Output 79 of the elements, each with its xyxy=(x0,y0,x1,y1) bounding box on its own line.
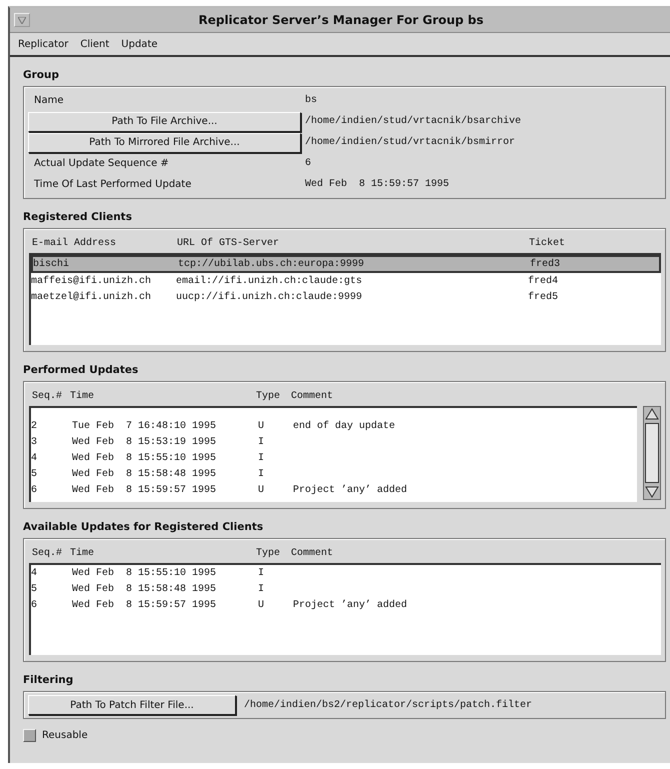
scroll-down-icon[interactable] xyxy=(644,485,660,499)
selected-row[interactable]: bischi tcp://ubilab.ubs.ch:europa:9999 fred3 xyxy=(31,255,661,273)
table-cell: Project ’any’ added xyxy=(293,600,408,610)
table-cell-text: U xyxy=(258,600,266,610)
table-cell-text: Wed Feb 8 15:58:48 1995 xyxy=(72,468,218,480)
table-cell-text: 3 xyxy=(31,436,38,448)
table-cell-text: email://ifi.unizh.ch:claude:gts xyxy=(176,276,364,286)
field-label: Time Of Last Performed Update xyxy=(33,179,192,190)
window-title: Replicator Server’s Manager For Group bs xyxy=(197,13,485,27)
menu-item[interactable]: Replicator xyxy=(18,38,68,50)
list-row[interactable]: maetzel@ifi.unizh.ch uucp://ifi.unizh.ch:claude:9999 fred5 xyxy=(31,289,661,305)
field-value: /home/indien/stud/vrtacnik/bsmirror xyxy=(305,137,516,148)
table-cell-text: Wed Feb 8 15:58:48 1995 xyxy=(72,584,218,594)
table-cell-text: 6 xyxy=(31,484,38,496)
table-cell-text: I xyxy=(258,584,266,594)
table-cell: end of day update xyxy=(293,420,396,432)
scroll-bar[interactable] xyxy=(643,406,661,500)
table-cell-text: 2 xyxy=(31,420,38,432)
section-heading: Performed Updates xyxy=(23,364,140,376)
table-cell-text: U xyxy=(258,420,266,432)
table-cell-text: I xyxy=(258,468,266,480)
field-value: /home/indien/bs2/replicator/scripts/patch.filter xyxy=(244,700,532,710)
menu-item[interactable]: Update xyxy=(121,38,158,50)
table-cell-text: Wed Feb 8 15:59:57 1995 xyxy=(72,484,218,496)
field-value: /home/indien/stud/vrtacnik/bsarchive xyxy=(305,116,522,127)
table-cell-text: 5 xyxy=(31,584,38,594)
table-cell-text: 5 xyxy=(31,468,38,480)
column-header: Comment xyxy=(291,390,334,402)
menu-item[interactable]: Client xyxy=(80,38,110,50)
path-button[interactable]: Path To Patch Filter File... xyxy=(28,695,236,715)
table-cell: fred3 xyxy=(530,258,560,270)
column-header: Seq.# xyxy=(32,548,64,558)
table-cell-text: uucp://ifi.unizh.ch:claude:9999 xyxy=(176,292,364,302)
table-cell-text: U xyxy=(258,484,266,496)
table-cell-text: 4 xyxy=(31,452,38,464)
list-row[interactable]: maffeis@ifi.unizh.ch email://ifi.unizh.ch:claude:gts fred4 xyxy=(31,273,661,289)
field-label: Name xyxy=(33,95,65,106)
column-header: Ticket xyxy=(529,238,566,248)
table-cell: fred5 xyxy=(528,292,558,302)
checkbox[interactable] xyxy=(23,729,36,742)
table-cell: Project ’any’ added xyxy=(293,484,408,496)
section-heading: Registered Clients xyxy=(23,211,133,223)
column-header: Type xyxy=(256,548,282,558)
table-cell-text: tcp://ubilab.ubs.ch:europa:9999 xyxy=(178,258,366,270)
field-label: Actual Update Sequence # xyxy=(33,158,170,169)
column-header: Comment xyxy=(291,548,334,558)
table-cell-text: maetzel@ifi.unizh.ch xyxy=(31,292,152,302)
column-header: Type xyxy=(256,390,282,402)
table-cell-text: Wed Feb 8 15:59:57 1995 xyxy=(72,600,218,610)
table-cell-text: Tue Feb 7 16:48:10 1995 xyxy=(72,420,218,432)
table-cell-text: I xyxy=(258,452,266,464)
field-value: Wed Feb 8 15:59:57 1995 xyxy=(305,179,450,190)
path-button[interactable]: Path To File Archive... xyxy=(28,112,301,132)
table-cell-text: I xyxy=(258,436,266,448)
field-value: 6 xyxy=(305,158,312,169)
table-cell-text: 6 xyxy=(31,600,38,610)
column-header: Time xyxy=(70,390,96,402)
table-cell-text: 4 xyxy=(31,568,38,578)
window-menu-button[interactable] xyxy=(14,13,30,27)
table-cell-text: Wed Feb 8 15:55:10 1995 xyxy=(72,452,218,464)
column-header: E-mail Address xyxy=(32,238,118,248)
section-heading: Filtering xyxy=(23,674,74,686)
section-heading: Available Updates for Registered Clients xyxy=(23,521,264,533)
table-cell-text: bischi xyxy=(33,258,70,270)
column-header: URL Of GTS-Server xyxy=(177,238,280,248)
table-cell: fred4 xyxy=(528,276,558,286)
column-header: Seq.# xyxy=(32,390,64,402)
column-header: Time xyxy=(70,548,96,558)
field-value: bs xyxy=(305,95,318,106)
checkbox-label: Reusable xyxy=(42,730,88,741)
triangle-icon xyxy=(18,16,26,24)
table-cell-text: Wed Feb 8 15:55:10 1995 xyxy=(72,568,218,578)
table-cell-text: I xyxy=(258,568,266,578)
path-button[interactable]: Path To Mirrored File Archive... xyxy=(28,132,301,152)
table-cell-text: maffeis@ifi.unizh.ch xyxy=(31,276,152,286)
scroll-up-icon[interactable] xyxy=(644,407,660,421)
table-cell-text: Wed Feb 8 15:53:19 1995 xyxy=(72,436,218,448)
section-heading: Group xyxy=(23,69,60,81)
scroll-thumb[interactable] xyxy=(645,423,659,483)
